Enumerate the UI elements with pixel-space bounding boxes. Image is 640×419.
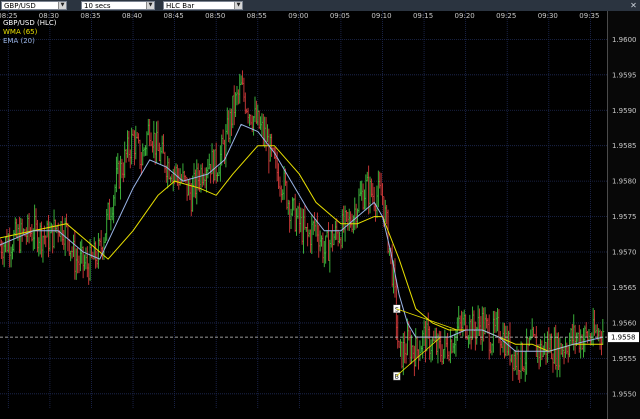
- symbol-select-value: GBP/USD: [4, 2, 36, 10]
- close-icon[interactable]: ✕: [629, 1, 638, 10]
- chart-style-select[interactable]: HLC Bar ▼: [163, 1, 243, 10]
- price-tick-label: 1.9580: [612, 178, 637, 186]
- price-chart[interactable]: 08:2508:3008:3508:4008:4508:5008:5509:00…: [0, 11, 640, 419]
- time-tick-label: 08:35: [80, 12, 100, 20]
- time-tick-label: 09:20: [455, 12, 475, 20]
- symbol-select[interactable]: GBP/USD ▼: [1, 1, 67, 10]
- time-tick-label: 08:45: [164, 12, 184, 20]
- price-tick-label: 1.9570: [612, 249, 637, 257]
- legend-entry: GBP/USD (HLC): [3, 19, 57, 27]
- price-tick-label: 1.9560: [612, 319, 637, 327]
- time-tick-label: 09:25: [496, 12, 516, 20]
- legend-entry: WMA (65): [3, 28, 38, 36]
- time-tick-label: 09:10: [371, 12, 391, 20]
- time-tick-label: 09:05: [330, 12, 350, 20]
- time-tick-label: 08:40: [122, 12, 142, 20]
- price-tick-label: 1.9550: [612, 390, 637, 398]
- price-tick-label: 1.9575: [612, 213, 637, 221]
- interval-select-value: 10 secs: [84, 2, 111, 10]
- price-tick-label: 1.9590: [612, 107, 637, 115]
- price-tick-label: 1.9600: [612, 36, 637, 44]
- price-tick-label: 1.9585: [612, 142, 637, 150]
- time-tick-label: 08:55: [247, 12, 267, 20]
- chevron-down-icon[interactable]: ▼: [146, 2, 154, 9]
- price-tick-label: 1.9595: [612, 71, 637, 79]
- time-tick-label: 09:35: [579, 12, 599, 20]
- time-tick-label: 09:00: [288, 12, 308, 20]
- interval-select[interactable]: 10 secs ▼: [81, 1, 155, 10]
- chart-background: [0, 11, 640, 419]
- legend-entry: EMA (20): [3, 37, 35, 45]
- chart-style-select-value: HLC Bar: [166, 2, 195, 10]
- time-tick-label: 09:15: [413, 12, 433, 20]
- time-tick-label: 08:50: [205, 12, 225, 20]
- current-price-label: 1.9558: [611, 334, 636, 342]
- price-tick-label: 1.9565: [612, 284, 637, 292]
- price-tick-label: 1.9555: [612, 355, 637, 363]
- time-tick-label: 09:30: [538, 12, 558, 20]
- chevron-down-icon[interactable]: ▼: [58, 2, 66, 9]
- chevron-down-icon[interactable]: ▼: [234, 2, 242, 9]
